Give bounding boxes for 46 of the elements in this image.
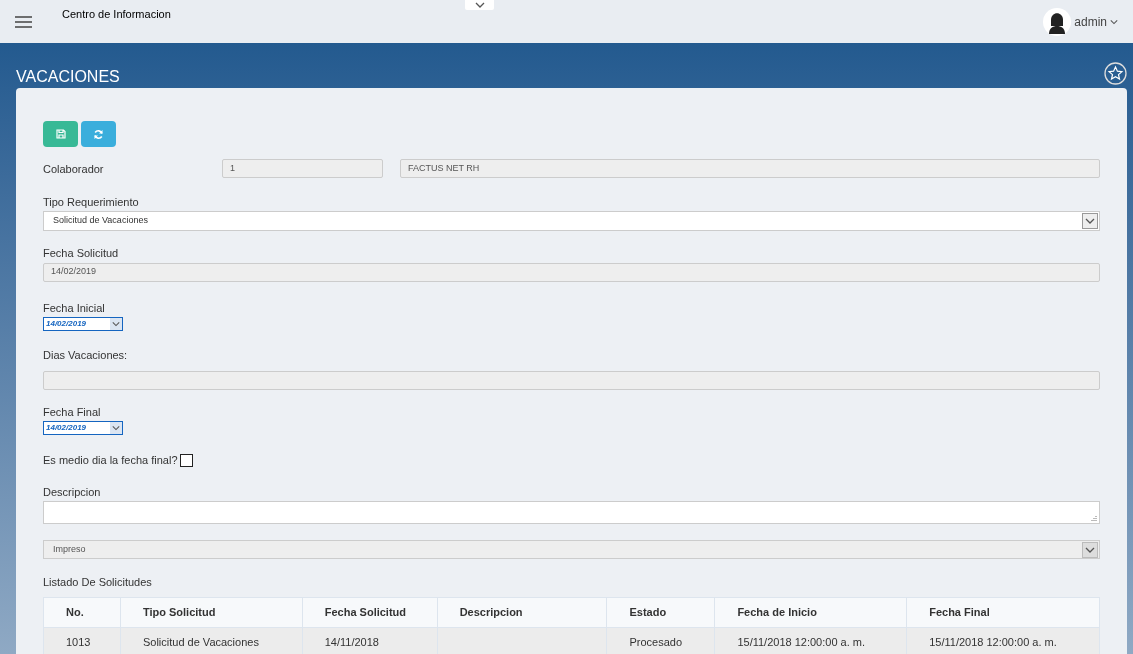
save-icon (55, 129, 66, 139)
table-cell: 1013 (43, 627, 121, 654)
column-header: Descripcion (437, 597, 607, 627)
table-title: Listado De Solicitudes (43, 575, 153, 590)
app-title: Centro de Informacion (62, 7, 171, 22)
column-header: Fecha de Inicio (714, 597, 907, 627)
table-cell: 14/11/2018 (302, 627, 438, 654)
user-name[interactable]: admin (1074, 12, 1107, 31)
menu-icon[interactable] (15, 15, 32, 28)
avatar-icon[interactable] (1043, 7, 1072, 36)
field-label: Tipo Requerimiento (43, 194, 140, 210)
collapse-tab[interactable] (465, 0, 494, 10)
caret-icon (1085, 218, 1095, 224)
refresh-icon (93, 128, 104, 140)
column-header: Tipo Solicitud (120, 597, 303, 627)
input-field[interactable] (43, 370, 1100, 390)
column-header: Estado (606, 597, 715, 627)
page-title: VACACIONES (16, 67, 120, 87)
input-field[interactable]: 14/02/2019 (43, 262, 1100, 282)
date-picker[interactable]: 14/02/2019 (43, 421, 123, 435)
dropdown[interactable]: Solicitud de Vacaciones (43, 211, 1100, 231)
caret-icon (1085, 546, 1095, 553)
input-field[interactable]: FACTUS NET RH (400, 159, 1100, 178)
column-header: No. (43, 597, 121, 627)
date-picker[interactable]: 14/02/2019 (43, 317, 123, 331)
field-label: Descripcion (43, 484, 102, 500)
field-label: Colaborador (43, 162, 105, 177)
table-cell: Solicitud de Vacaciones (120, 627, 303, 654)
table-cell: Procesado (606, 627, 715, 654)
field-label: Dias Vacaciones: (43, 348, 129, 363)
checkbox[interactable] (179, 453, 193, 467)
field-label: Fecha Final (43, 404, 102, 420)
field-label: Fecha Inicial (43, 300, 106, 316)
table-cell: 15/11/2018 12:00:00 a. m. (906, 627, 1100, 654)
input-field[interactable]: 1 (222, 159, 383, 178)
field-label: Fecha Solicitud (43, 246, 120, 261)
caret-icon (112, 425, 120, 431)
caret-icon (1110, 18, 1118, 25)
column-header: Fecha Solicitud (302, 597, 438, 627)
caret-icon (474, 2, 485, 8)
resize-grip-icon (1091, 515, 1097, 521)
refresh-button[interactable] (81, 121, 116, 147)
caret-icon (112, 321, 120, 327)
checkbox-label: Es medio dia la fecha final? (43, 453, 178, 468)
column-header: Fecha Final (906, 597, 1100, 627)
table-cell: 15/11/2018 12:00:00 a. m. (714, 627, 907, 654)
